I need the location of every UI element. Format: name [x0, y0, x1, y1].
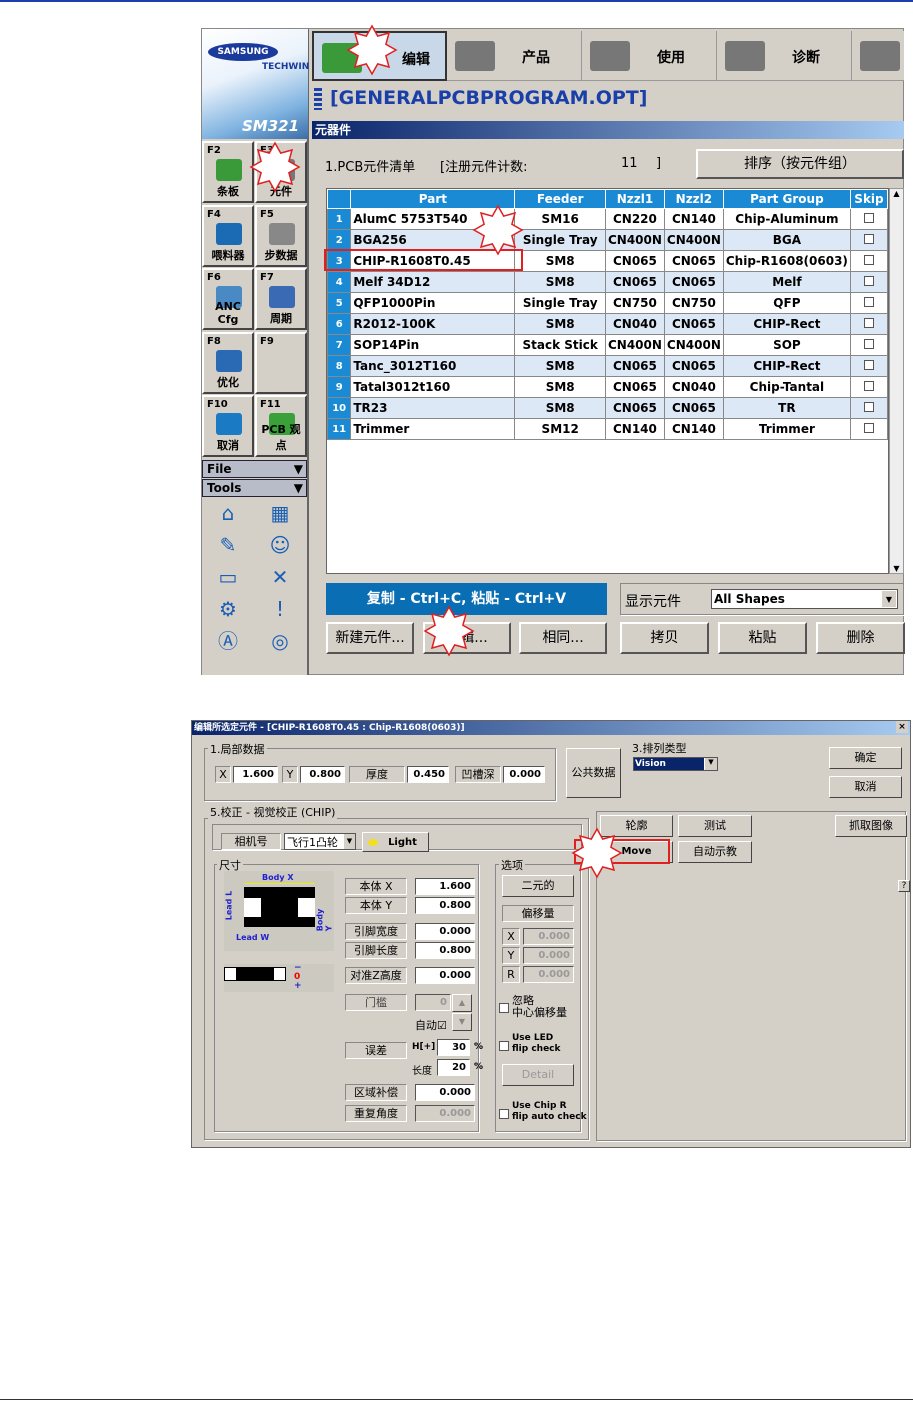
callout-star-icon — [571, 827, 623, 879]
callout-star-icon — [423, 605, 475, 657]
page-bottom-rule — [0, 1399, 913, 1400]
callout-star-icon — [346, 24, 398, 76]
callout-star-icon — [472, 204, 524, 256]
callout-star-icon — [249, 141, 301, 193]
callout-markers — [249, 24, 623, 879]
